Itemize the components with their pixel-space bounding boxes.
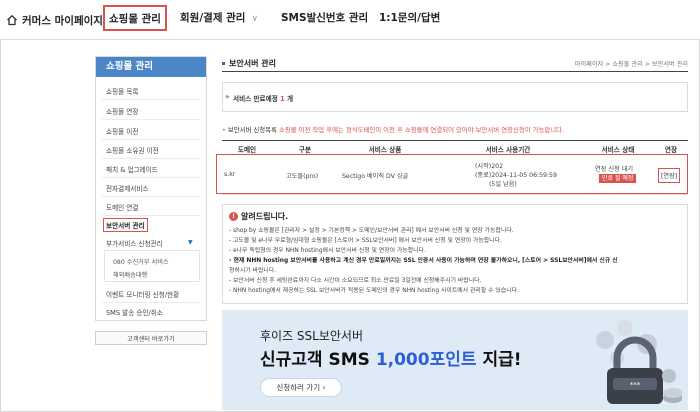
divider xyxy=(222,71,688,72)
sidebar-item-shop-transfer[interactable]: 쇼핑몰 이전 xyxy=(106,126,138,136)
apply-now-label: 신청하러 가기 › xyxy=(276,383,326,392)
col-domain: 도메인 xyxy=(237,146,257,154)
expiry-count: 1 xyxy=(280,95,285,103)
sidebar-item-sms-approval[interactable]: SMS 발송 승인/취소 xyxy=(106,307,163,317)
submenu-item-overseas-shipping[interactable]: 해외배송대행 xyxy=(113,270,147,279)
divider xyxy=(102,139,200,140)
divider xyxy=(102,302,200,303)
home-label: 커머스 마이페이지 xyxy=(22,14,103,27)
ssl-list-warning: 쇼핑몰 이전 작업 후에는 정식도메인이 이전 후 쇼핑몰에 연결되어 있어야 … xyxy=(278,126,565,134)
divider xyxy=(102,99,200,100)
nav-shop-management-label: 쇼핑몰 관리 xyxy=(109,12,161,25)
chevron-down-icon: ∨ xyxy=(251,14,259,24)
divider xyxy=(102,196,200,197)
top-navigation: 커머스 마이페이지 쇼핑몰 관리 회원/결제 관리 ∨ SMS발신번호 관리 1:… xyxy=(0,0,700,40)
nav-sms-sender-label: SMS발신번호 관리 xyxy=(281,12,369,24)
ssl-list-label: 보안서버 신청목록 xyxy=(227,126,277,134)
col-product: 서비스 상품 xyxy=(368,146,402,154)
expiry-notice-prefix: 서비스 만료예정 xyxy=(233,95,278,103)
nav-member-payment[interactable]: 회원/결제 관리 ∨ xyxy=(180,10,258,25)
bullet-icon: • xyxy=(222,126,226,134)
sidebar: 쇼핑몰 관리 쇼핑몰 목록 쇼핑몰 연장 쇼핑몰 이전 쇼핑몰 소유권 이전 패… xyxy=(95,56,207,321)
alert-icon: ! xyxy=(229,212,238,221)
apply-now-button[interactable]: 신청하러 가기 › xyxy=(260,378,342,397)
expiry-notice-text: 서비스 만료예정 1 개 xyxy=(233,93,293,103)
sidebar-item-shop-list[interactable]: 쇼핑몰 목록 xyxy=(106,86,138,96)
divider xyxy=(102,215,200,216)
nav-shop-management[interactable]: 쇼핑몰 관리 xyxy=(103,5,167,31)
home-icon xyxy=(7,14,17,26)
col-extend: 연장 xyxy=(664,146,678,154)
title-row: 보안서버 관리 마이페이지 > 쇼핑몰 관리 > 보안서버 관리 xyxy=(222,58,688,72)
col-period: 서비스 사용기간 xyxy=(485,146,531,154)
notice-panel-title-text: 알려드립니다. xyxy=(241,212,289,221)
page-title: 보안서버 관리 xyxy=(222,58,276,69)
svg-text:***: *** xyxy=(630,381,641,389)
sidebar-item-payment-service[interactable]: 전자결제서비스 xyxy=(106,183,148,193)
banner-headline-suffix: 지급! xyxy=(482,350,522,370)
notice-line: 청하시기 바랍니다. xyxy=(229,268,277,274)
col-status: 서비스 상태 xyxy=(601,146,635,154)
notice-line: - NHN hosting에서 제공하는 SSL 보안서버가 적용된 도메인의 … xyxy=(229,288,519,294)
submenu-item-080-reject[interactable]: 080 수신거부 서비스 xyxy=(113,257,169,266)
banner-headline: 신규고객 SMS 1,000포인트 지급! xyxy=(260,345,521,370)
sidebar-item-event-monitoring[interactable]: 이벤트 모니터링 신청/현황 xyxy=(106,289,179,299)
banner-subtitle: 후이즈 SSL보안서버 xyxy=(260,329,364,343)
table-header: 도메인 구분 서비스 상품 서비스 사용기간 서비스 상태 연장 xyxy=(222,141,688,155)
customer-center-button[interactable]: 고객센터 바로가기 xyxy=(95,331,207,345)
notice-panel: ! 알려드립니다. - shop by 쇼핑몰은 [관리자 > 설정 > 기본정… xyxy=(222,204,688,304)
expiry-notice[interactable]: ▶ 서비스 만료예정 1 개 xyxy=(222,82,688,112)
divider xyxy=(102,177,200,178)
caret-down-icon: ▼ xyxy=(188,239,193,246)
ssl-list-info: • 보안서버 신청목록 쇼핑몰 이전 작업 후에는 정식도메인이 이전 후 쇼핑… xyxy=(222,125,564,134)
padlock-illustration: *** xyxy=(596,320,682,404)
notice-line: - e나무 독립형의 경우 NHN hosting에서 보안서버 신청 및 연장… xyxy=(229,248,426,254)
notice-line: - 현재 NHN hosting 보안서버를 사용하고 계신 경우 만료일까지는… xyxy=(229,258,618,264)
divider xyxy=(102,158,200,159)
nav-inquiry-label: 1:1문의/답변 xyxy=(379,12,441,24)
addon-submenu: 080 수신거부 서비스 해외배송대행 xyxy=(104,250,200,282)
nav-inquiry[interactable]: 1:1문의/답변 xyxy=(379,10,440,25)
col-type: 구분 xyxy=(298,146,312,154)
expiry-notice-suffix: 개 xyxy=(286,95,294,103)
nav-member-payment-label: 회원/결제 관리 xyxy=(180,12,246,24)
sidebar-item-ownership-transfer[interactable]: 쇼핑몰 소유권 이전 xyxy=(106,145,159,155)
sidebar-title: 쇼핑몰 관리 xyxy=(96,57,206,77)
promo-banner[interactable]: 후이즈 SSL보안서버 신규고객 SMS 1,000포인트 지급! 신청하러 가… xyxy=(222,310,688,410)
notice-line: - 보안서버 신청 후 세팅완료까지 다소 시간이 소요되므로 최소 만료일 3… xyxy=(229,278,482,284)
notice-line: - 고도몰 및 e나무 무료형/임대형 쇼핑몰은 [스토어 > SSL보안서버]… xyxy=(229,238,502,244)
notice-panel-title: ! 알려드립니다. xyxy=(229,211,288,222)
nav-sms-sender[interactable]: SMS발신번호 관리 xyxy=(281,10,368,25)
divider xyxy=(102,119,200,120)
banner-headline-highlight: 1,000포인트 xyxy=(375,350,477,370)
row-highlight xyxy=(216,154,688,194)
customer-center-label: 고객센터 바로가기 xyxy=(127,335,175,343)
home-link[interactable]: 커머스 마이페이지 xyxy=(6,10,103,30)
caret-right-icon: ▶ xyxy=(226,94,230,100)
sidebar-item-addon-service[interactable]: 부가서비스 신청관리 xyxy=(106,238,163,248)
sidebar-item-ssl-management[interactable]: 보안서버 관리 xyxy=(103,218,148,232)
breadcrumb: 마이페이지 > 쇼핑몰 관리 > 보안서버 관리 xyxy=(574,61,688,68)
notice-line: - shop by 쇼핑몰은 [관리자 > 설정 > 기본정책 > 도메인/보안… xyxy=(229,228,514,234)
sidebar-item-shop-extend[interactable]: 쇼핑몰 연장 xyxy=(106,106,138,116)
banner-headline-prefix: 신규고객 SMS xyxy=(260,350,370,370)
sidebar-item-patch-upgrade[interactable]: 패치 & 업그레이드 xyxy=(106,164,158,174)
sidebar-item-domain-connect[interactable]: 도메인 연결 xyxy=(106,202,138,212)
